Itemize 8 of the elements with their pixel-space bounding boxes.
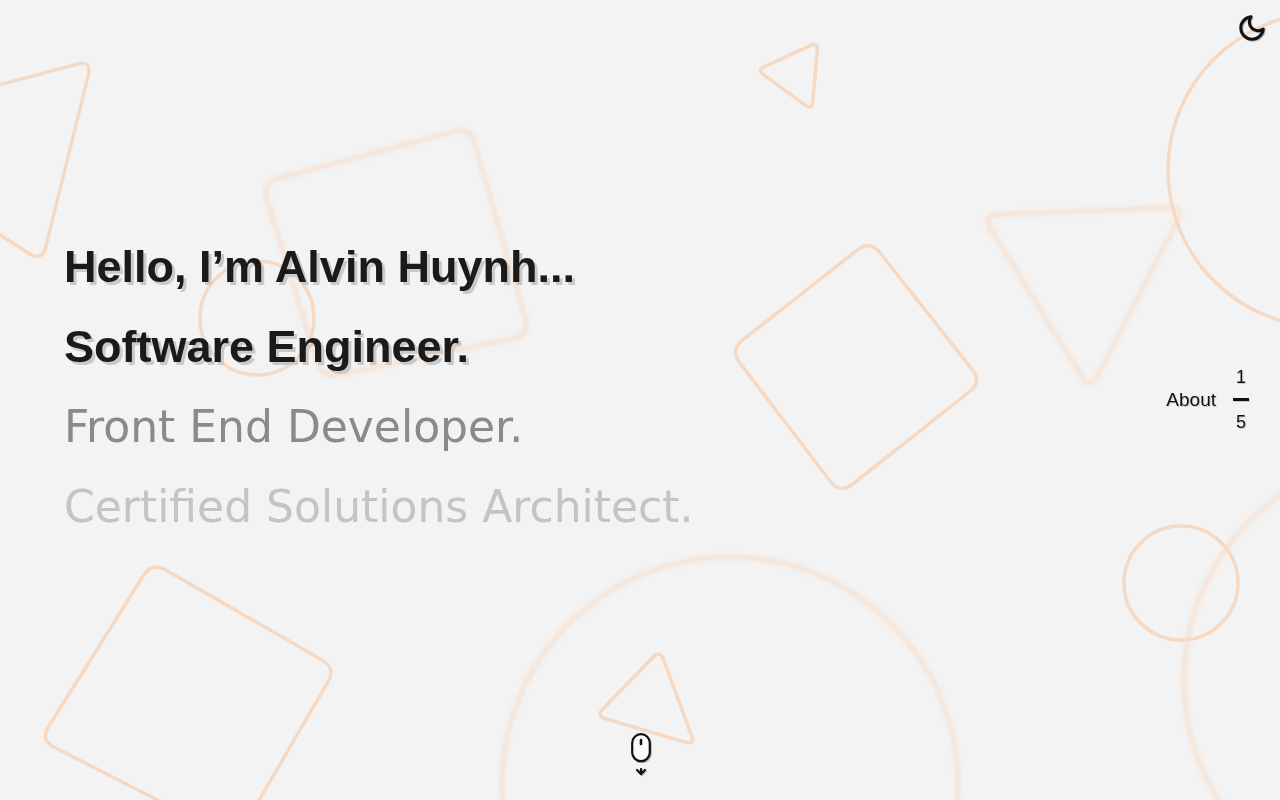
headline-text: Software Engineer. xyxy=(64,321,470,373)
triangle-outline xyxy=(758,42,820,109)
current-page-number: 1 xyxy=(1236,366,1246,388)
theme-toggle-moon-icon[interactable] xyxy=(1237,13,1267,43)
total-page-number: 5 xyxy=(1236,411,1246,433)
headline-text: Front End Developer. xyxy=(64,401,524,453)
section-label: About xyxy=(1166,390,1216,409)
headline-text: Hello, I’m Alvin Huynh... xyxy=(64,241,575,293)
